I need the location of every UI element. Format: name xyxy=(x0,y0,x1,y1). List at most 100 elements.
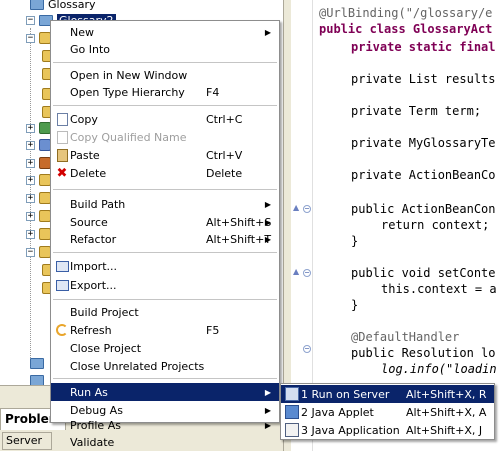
run-as-submenu: 1 Run on Server Alt+Shift+X, R 2 Java Ap… xyxy=(280,383,495,440)
menu-item-profile-as[interactable]: Profile As ▶ xyxy=(51,416,279,434)
submenu-item-label: 2 Java Applet xyxy=(301,405,374,419)
import-icon xyxy=(54,258,70,274)
submenu-item-label: 1 Run on Server xyxy=(301,387,390,401)
menu-item-label: Copy xyxy=(70,112,98,126)
menu-item-new[interactable]: New ▶ xyxy=(51,23,279,41)
fold-toggle-icon[interactable]: − xyxy=(303,345,311,353)
fold-toggle-icon[interactable]: − xyxy=(303,269,311,277)
menu-item-label: Build Path xyxy=(70,197,126,211)
menu-item-shortcut: Delete xyxy=(206,166,243,180)
menu-item-build-path[interactable]: Build Path ▶ xyxy=(51,195,279,213)
submenu-item-shortcut: Alt+Shift+X, R xyxy=(406,387,487,401)
menu-item-label: Validate xyxy=(70,435,115,449)
menu-item-label: Open Type Hierarchy xyxy=(70,85,185,99)
submenu-item-shortcut: Alt+Shift+X, J xyxy=(406,423,483,437)
tree-node[interactable] xyxy=(26,355,44,371)
code-line: @DefaultHandler xyxy=(351,330,460,344)
tree-node[interactable]: + xyxy=(26,137,51,153)
tree-node[interactable]: + xyxy=(26,226,51,242)
menu-item-copy[interactable]: Copy Ctrl+C xyxy=(51,110,279,128)
code-line: return context; xyxy=(381,218,490,232)
menu-item-label: Close Project xyxy=(70,341,142,355)
menu-item-shortcut: Alt+Shift+S xyxy=(206,215,272,229)
menu-item-label: Export... xyxy=(70,278,117,292)
delete-icon: ✖ xyxy=(56,165,68,181)
code-line: this.context = a xyxy=(381,282,497,296)
code-line: private Term term; xyxy=(351,104,482,118)
menu-item-go-into[interactable]: Go Into xyxy=(51,40,279,58)
code-line: } xyxy=(351,234,359,248)
code-line: public ActionBeanCon xyxy=(351,202,496,216)
menu-item-validate[interactable]: Validate xyxy=(51,433,279,451)
copy-qualified-name-icon xyxy=(54,129,70,145)
submenu-arrow-icon: ▶ xyxy=(264,234,271,244)
submenu-arrow-icon: ▶ xyxy=(264,420,271,430)
expand-toggle-icon[interactable]: + xyxy=(26,175,35,185)
code-line: } xyxy=(351,298,359,312)
code-text: private static final xyxy=(351,40,496,54)
menu-item-open-in-new-window[interactable]: Open in New Window xyxy=(51,66,279,84)
menu-item-label: Copy Qualified Name xyxy=(70,130,187,144)
code-line: private static final xyxy=(351,40,496,54)
menu-item-refresh[interactable]: Refresh F5 xyxy=(51,321,279,339)
tree-node[interactable]: − xyxy=(26,244,51,260)
tree-node[interactable]: − xyxy=(26,30,51,46)
menu-separator xyxy=(53,105,277,106)
fold-toggle-icon[interactable]: − xyxy=(303,205,311,213)
context-menu: New ▶ Go Into Open in New Window Open Ty… xyxy=(50,20,280,423)
expand-toggle-icon[interactable]: + xyxy=(26,158,35,168)
submenu-item-run-on-server[interactable]: 1 Run on Server Alt+Shift+X, R xyxy=(281,385,494,403)
menu-item-paste[interactable]: Paste Ctrl+V xyxy=(51,146,279,164)
menu-item-run-as[interactable]: Run As ▶ xyxy=(51,383,279,401)
paste-icon xyxy=(54,147,70,163)
folder-icon xyxy=(30,357,44,369)
menu-item-label: Delete xyxy=(70,166,107,180)
menu-item-export[interactable]: Export... xyxy=(51,276,279,294)
tree-node[interactable]: + xyxy=(26,208,51,224)
menu-item-label: Debug As xyxy=(70,403,123,417)
submenu-item-label: 3 Java Application xyxy=(301,423,400,437)
menu-item-build-project[interactable]: Build Project xyxy=(51,303,279,321)
menu-separator xyxy=(53,299,277,300)
expand-toggle-icon[interactable]: + xyxy=(26,123,35,133)
tree-node[interactable]: + xyxy=(26,172,51,188)
menu-item-shortcut: F5 xyxy=(206,323,220,337)
code-line: public void setConte xyxy=(351,266,496,280)
submenu-item-shortcut: Alt+Shift+X, A xyxy=(406,405,487,419)
menu-item-import[interactable]: Import... xyxy=(51,257,279,275)
expand-toggle-icon[interactable]: + xyxy=(26,193,35,203)
column-header-server[interactable]: Server xyxy=(2,432,52,450)
folder-icon xyxy=(30,374,44,385)
tree-node[interactable] xyxy=(26,372,44,385)
menu-item-label: Build Project xyxy=(70,305,139,319)
expand-toggle-icon[interactable]: + xyxy=(26,140,35,150)
tree-node[interactable]: + xyxy=(26,120,51,136)
project-folder-icon xyxy=(30,0,44,10)
menu-item-close-unrelated-projects[interactable]: Close Unrelated Projects xyxy=(51,357,279,375)
override-marker-icon: ▲ xyxy=(293,203,300,212)
code-line: public class GlossaryAct xyxy=(319,22,492,36)
submenu-arrow-icon: ▶ xyxy=(264,199,271,209)
expand-toggle-icon[interactable]: + xyxy=(26,229,35,239)
submenu-item-java-applet[interactable]: 2 Java Applet Alt+Shift+X, A xyxy=(281,403,494,421)
menu-item-refactor[interactable]: Refactor Alt+Shift+T ▶ xyxy=(51,230,279,248)
code-line: public Resolution lo xyxy=(351,346,496,360)
code-line: @UrlBinding("/glossary/e xyxy=(319,6,493,20)
collapse-toggle-icon[interactable]: − xyxy=(26,15,35,25)
tree-node[interactable]: + xyxy=(26,155,51,171)
menu-item-label: Refactor xyxy=(70,232,117,246)
server-icon xyxy=(285,387,299,401)
expand-toggle-icon[interactable]: − xyxy=(26,33,35,43)
menu-item-delete[interactable]: ✖ Delete Delete xyxy=(51,164,279,182)
tree-item-glossary[interactable]: Glossary xyxy=(26,0,96,12)
menu-item-close-project[interactable]: Close Project xyxy=(51,339,279,357)
expand-toggle-icon[interactable]: + xyxy=(26,211,35,221)
expand-toggle-icon[interactable]: − xyxy=(26,247,35,257)
menu-item-open-type-hierarchy[interactable]: Open Type Hierarchy F4 xyxy=(51,83,279,101)
code-line: private ActionBeanCo xyxy=(351,168,496,182)
submenu-arrow-icon: ▶ xyxy=(264,217,271,227)
submenu-item-java-application[interactable]: 3 Java Application Alt+Shift+X, J xyxy=(281,421,494,439)
tree-node[interactable]: + xyxy=(26,190,51,206)
menu-item-label: Import... xyxy=(70,259,117,273)
menu-item-source[interactable]: Source Alt+Shift+S ▶ xyxy=(51,213,279,231)
